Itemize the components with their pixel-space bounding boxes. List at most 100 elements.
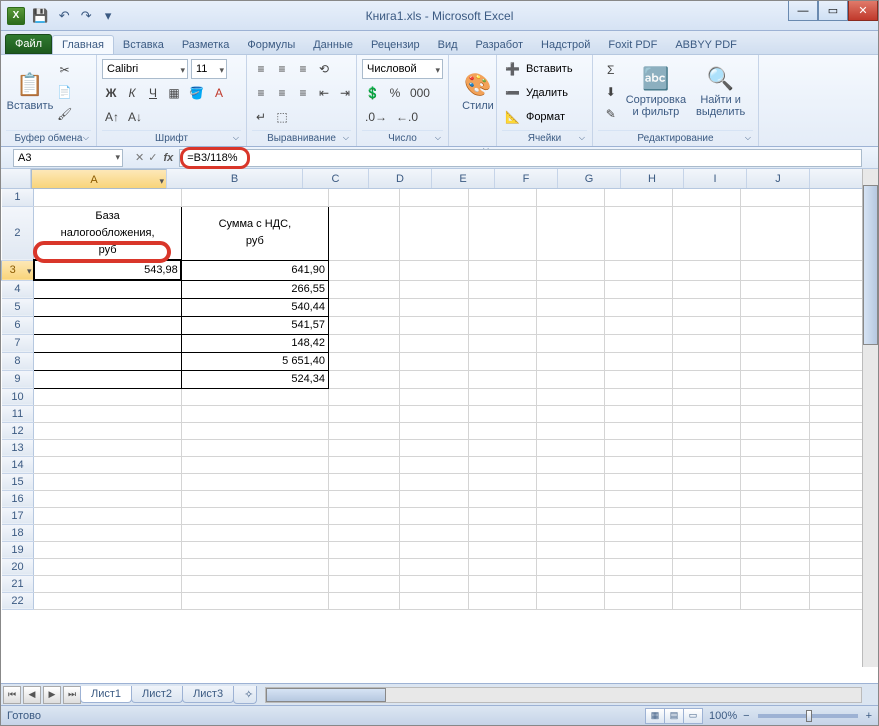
sheet-tab-3[interactable]: Лист3 <box>182 686 234 703</box>
row-header[interactable]: 18 <box>2 524 34 541</box>
copy-button[interactable]: 📄 <box>54 82 75 102</box>
decrease-decimal-button[interactable]: ←.0 <box>393 107 421 127</box>
cell-b7[interactable]: 148,42 <box>181 334 328 352</box>
zoom-label[interactable]: 100% <box>709 710 737 722</box>
paste-button[interactable]: 📋Вставить <box>6 58 54 124</box>
autosum-button[interactable]: Σ <box>598 60 624 80</box>
row-header[interactable]: 11 <box>2 405 34 422</box>
tab-layout[interactable]: Разметка <box>173 36 239 54</box>
row-header[interactable]: 10 <box>2 388 34 405</box>
row-header[interactable]: 20 <box>2 558 34 575</box>
row-header[interactable]: 14 <box>2 456 34 473</box>
sheet-nav-first[interactable]: ⏮ <box>3 686 21 704</box>
row-header[interactable]: 4 <box>2 280 34 298</box>
tab-insert[interactable]: Вставка <box>114 36 173 54</box>
maximize-button[interactable]: ▭ <box>818 1 848 21</box>
format-cells-button[interactable]: 📐 <box>502 107 523 127</box>
currency-button[interactable]: 💲 <box>362 83 383 103</box>
font-name-select[interactable]: Calibri <box>102 59 188 79</box>
slider-thumb[interactable] <box>806 710 812 722</box>
tab-foxit[interactable]: Foxit PDF <box>599 36 666 54</box>
cut-button[interactable]: ✂ <box>54 60 75 80</box>
tab-view[interactable]: Вид <box>429 36 467 54</box>
col-header-a[interactable]: A <box>31 169 167 189</box>
row-header[interactable]: 15 <box>2 473 34 490</box>
row-header[interactable]: 22 <box>2 592 34 609</box>
fx-icon[interactable]: fx <box>163 152 173 164</box>
row-header[interactable]: 19 <box>2 541 34 558</box>
enter-formula-icon[interactable]: ✓ <box>148 151 157 164</box>
align-bottom-button[interactable]: ≡ <box>294 59 312 79</box>
wrap-text-button[interactable]: ↵ <box>252 107 270 127</box>
sort-filter-button[interactable]: 🔤Сортировка и фильтр <box>624 58 689 124</box>
tab-review[interactable]: Рецензир <box>362 36 429 54</box>
minimize-button[interactable]: — <box>788 1 818 21</box>
sheet-nav-last[interactable]: ⏭ <box>63 686 81 704</box>
tab-file[interactable]: Файл <box>5 34 52 54</box>
cell-a9[interactable] <box>34 370 181 388</box>
cell-b2[interactable]: Сумма с НДС, руб <box>181 206 328 260</box>
undo-button[interactable]: ↶ <box>55 6 73 26</box>
italic-button[interactable]: К <box>123 83 141 103</box>
row-header[interactable]: 16 <box>2 490 34 507</box>
close-button[interactable]: ✕ <box>848 1 878 21</box>
view-normal-button[interactable]: ▦ <box>645 708 665 724</box>
decrease-font-button[interactable]: A↓ <box>125 107 145 127</box>
select-all-corner[interactable] <box>1 169 31 188</box>
bold-button[interactable]: Ж <box>102 83 120 103</box>
font-color-button[interactable]: A <box>210 83 228 103</box>
align-top-button[interactable]: ≡ <box>252 59 270 79</box>
row-header[interactable]: 2 <box>2 206 34 260</box>
styles-button[interactable]: 🎨Стили <box>454 58 502 124</box>
percent-button[interactable]: % <box>386 83 404 103</box>
align-right-button[interactable]: ≡ <box>294 83 312 103</box>
row-header[interactable]: 5 <box>2 298 34 316</box>
align-left-button[interactable]: ≡ <box>252 83 270 103</box>
row-header[interactable]: 8 <box>2 352 34 370</box>
cell-a3[interactable]: 543,98 <box>34 260 181 280</box>
fill-button[interactable]: ⬇ <box>598 82 624 102</box>
col-header-e[interactable]: E <box>432 169 495 188</box>
tab-data[interactable]: Данные <box>304 36 362 54</box>
cell-b9[interactable]: 524,34 <box>181 370 328 388</box>
decrease-indent-button[interactable]: ⇤ <box>315 83 333 103</box>
scroll-thumb[interactable] <box>266 688 386 702</box>
new-sheet-button[interactable]: ✧ <box>233 686 257 704</box>
find-select-button[interactable]: 🔍Найти и выделить <box>688 58 753 124</box>
tab-abbyy[interactable]: ABBYY PDF <box>666 36 746 54</box>
cell-a5[interactable] <box>34 298 181 316</box>
col-header-g[interactable]: G <box>558 169 621 188</box>
col-header-c[interactable]: C <box>303 169 369 188</box>
merge-button[interactable]: ⬚ <box>273 107 291 127</box>
grid[interactable]: 1 2База налогообложения, рубСумма с НДС,… <box>1 189 878 610</box>
col-header-i[interactable]: I <box>684 169 747 188</box>
name-box[interactable]: A3 <box>13 149 123 167</box>
vertical-scrollbar[interactable] <box>862 169 878 667</box>
increase-indent-button[interactable]: ⇥ <box>336 83 354 103</box>
row-header[interactable]: 12 <box>2 422 34 439</box>
increase-font-button[interactable]: A↑ <box>102 107 122 127</box>
sheet-nav-next[interactable]: ▶ <box>43 686 61 704</box>
tab-developer[interactable]: Разработ <box>467 36 532 54</box>
row-header[interactable]: 17 <box>2 507 34 524</box>
col-header-j[interactable]: J <box>747 169 810 188</box>
row-header[interactable]: 13 <box>2 439 34 456</box>
row-header[interactable]: 1 <box>2 189 34 206</box>
comma-button[interactable]: 000 <box>407 83 433 103</box>
view-break-button[interactable]: ▭ <box>683 708 703 724</box>
col-header-b[interactable]: B <box>167 169 303 188</box>
col-header-f[interactable]: F <box>495 169 558 188</box>
cancel-formula-icon[interactable]: ✕ <box>135 151 144 164</box>
formula-bar[interactable]: =B3/118% <box>179 149 862 167</box>
zoom-in-button[interactable]: + <box>866 710 872 722</box>
zoom-slider[interactable] <box>758 714 858 718</box>
tab-home[interactable]: Главная <box>52 35 114 54</box>
insert-cells-button[interactable]: ➕ <box>502 59 523 79</box>
border-button[interactable]: ▦ <box>165 83 183 103</box>
cell-a2[interactable]: База налогообложения, руб <box>34 206 181 260</box>
view-layout-button[interactable]: ▤ <box>664 708 684 724</box>
increase-decimal-button[interactable]: .0→ <box>362 107 390 127</box>
row-header[interactable]: 3 <box>2 260 34 280</box>
number-format-select[interactable]: Числовой <box>362 59 443 79</box>
align-center-button[interactable]: ≡ <box>273 83 291 103</box>
